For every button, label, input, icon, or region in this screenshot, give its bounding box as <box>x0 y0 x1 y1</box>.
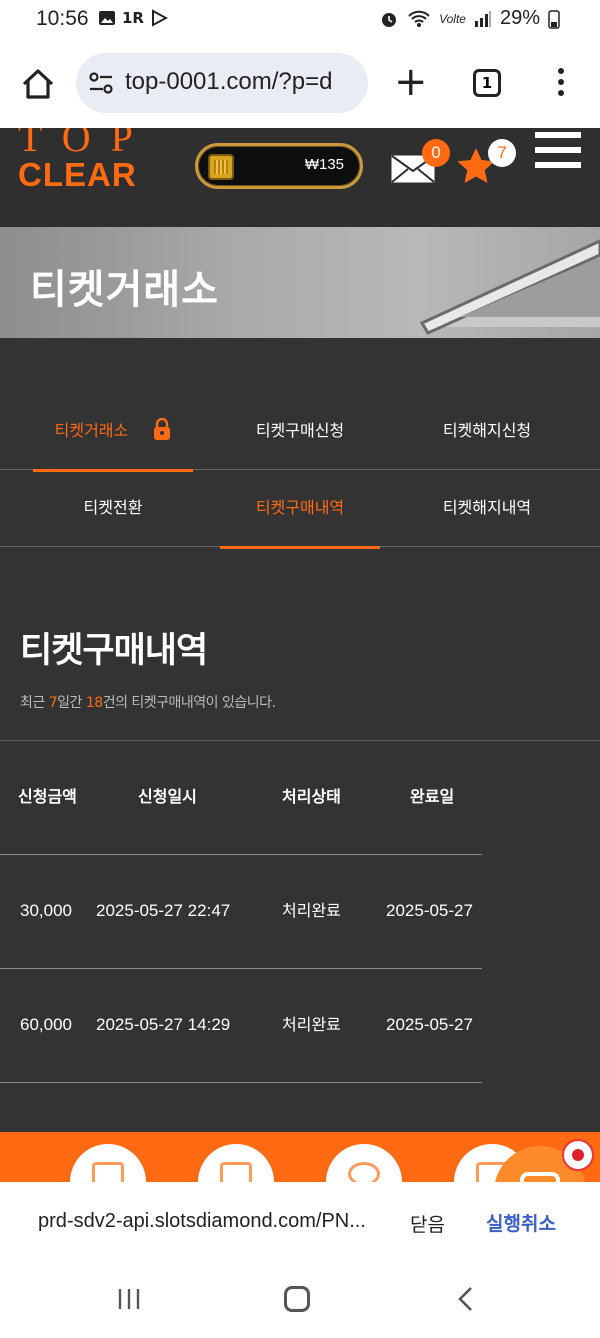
banner-decoration <box>420 239 600 335</box>
lock-icon <box>154 418 171 440</box>
home-icon[interactable] <box>18 64 58 104</box>
battery-icon <box>548 9 560 29</box>
play-icon <box>152 9 168 27</box>
browser-snackbar: prd-sdv2-api.slotsdiamond.com/PN... 닫음 실… <box>0 1182 600 1262</box>
undo-button[interactable]: 실행취소 <box>486 1209 556 1236</box>
purchase-history-table: 신청금액 신청일시 처리상태 완료일 30,000 2025-05-27 22:… <box>0 741 482 1083</box>
tab-ticket-purchase-history[interactable]: 티켓구매내역 <box>220 471 380 549</box>
status-system-icons: Volte 29% <box>379 7 560 30</box>
volte-label: Volte <box>439 11 466 26</box>
cell-complete-date: 2025-05-27 <box>386 1015 473 1034</box>
status-bar: 10:56 1R Volte 29% <box>0 0 600 40</box>
tab-switcher-button[interactable]: 1 <box>473 69 501 97</box>
hamburger-menu-icon[interactable] <box>535 132 581 172</box>
page-banner: 티켓거래소 <box>0 227 600 338</box>
table-header-row: 신청금액 신청일시 처리상태 완료일 <box>0 741 482 855</box>
site-settings-icon[interactable] <box>88 71 114 95</box>
mail-count-badge: 0 <box>422 139 450 167</box>
coin-icon <box>208 154 234 180</box>
recent-apps-icon[interactable] <box>116 1286 142 1312</box>
tab-ticket-exchange[interactable]: 티켓거래소 <box>33 394 193 472</box>
snackbar-url: prd-sdv2-api.slotsdiamond.com/PN... <box>38 1210 366 1232</box>
site-header: TOP CLEAR ₩135 0 7 <box>0 128 600 227</box>
cell-complete-date: 2025-05-27 <box>386 901 473 920</box>
home-nav-icon[interactable] <box>284 1286 310 1312</box>
status-notification-icons: 1R <box>98 9 168 27</box>
wifi-icon <box>408 10 430 27</box>
close-button[interactable]: 닫음 <box>410 1210 445 1237</box>
back-icon[interactable] <box>454 1286 480 1312</box>
table-row: 30,000 2025-05-27 22:47 처리완료 2025-05-27 <box>0 855 482 969</box>
main-content: 티켓거래소 티켓구매신청 티켓해지신청 티켓전환 티켓구매내역 티켓해지내역 티… <box>0 338 600 1132</box>
signal-icon <box>474 10 491 27</box>
status-time: 10:56 <box>36 7 89 30</box>
system-nav-bar <box>0 1262 600 1338</box>
logo[interactable]: CLEAR <box>18 156 137 194</box>
header-request-date: 신청일시 <box>138 787 197 806</box>
summary-days: 7 <box>48 695 58 711</box>
battery-percent: 29% <box>499 7 540 29</box>
table-row: 60,000 2025-05-27 14:29 처리완료 2025-05-27 <box>0 969 482 1083</box>
secondary-tabs: 티켓전환 티켓구매내역 티켓해지내역 <box>0 471 600 549</box>
record-indicator-icon[interactable] <box>562 1139 594 1171</box>
address-bar[interactable]: top-0001.com/?p=d <box>76 53 368 113</box>
star-count-badge: 7 <box>488 139 516 167</box>
history-summary: 최근 7일간 18건의 티켓구매내역이 있습니다. <box>20 692 276 712</box>
new-tab-icon[interactable]: + <box>394 62 428 102</box>
banner-title: 티켓거래소 <box>30 267 219 313</box>
app-1r-icon: 1R <box>122 9 144 27</box>
browser-toolbar: top-0001.com/?p=d + 1 <box>0 40 600 128</box>
primary-tabs: 티켓거래소 티켓구매신청 티켓해지신청 <box>0 394 600 472</box>
cell-status: 처리완료 <box>282 901 341 920</box>
cell-amount: 30,000 <box>20 901 72 920</box>
summary-mid: 일간 <box>57 695 86 711</box>
wallet-balance[interactable]: ₩135 <box>195 143 363 189</box>
header-amount: 신청금액 <box>18 787 77 806</box>
header-complete-date: 완료일 <box>410 787 455 806</box>
summary-prefix: 최근 <box>20 695 49 711</box>
summary-count: 18 <box>85 695 103 711</box>
cell-request-date: 2025-05-27 14:29 <box>96 1015 231 1034</box>
cell-request-date: 2025-05-27 22:47 <box>96 901 231 920</box>
url-text[interactable]: top-0001.com/?p=d <box>125 68 332 96</box>
cell-status: 처리완료 <box>282 1015 341 1034</box>
header-status: 처리상태 <box>282 787 341 806</box>
alarm-icon <box>382 12 397 27</box>
tab-label: 티켓거래소 <box>54 421 129 440</box>
cell-amount: 60,000 <box>20 1015 72 1034</box>
tab-ticket-purchase-request[interactable]: 티켓구매신청 <box>220 394 380 470</box>
wallet-amount: ₩135 <box>304 156 344 173</box>
section-title: 티켓구매내역 <box>20 631 208 671</box>
browser-menu-icon[interactable] <box>558 68 566 102</box>
tab-ticket-cancel-request[interactable]: 티켓해지신청 <box>407 394 567 470</box>
image-icon <box>99 11 115 25</box>
tab-ticket-cancel-history[interactable]: 티켓해지내역 <box>407 471 567 547</box>
summary-suffix: 건의 티켓구매내역이 있습니다. <box>102 695 276 711</box>
tab-ticket-convert[interactable]: 티켓전환 <box>33 471 193 547</box>
